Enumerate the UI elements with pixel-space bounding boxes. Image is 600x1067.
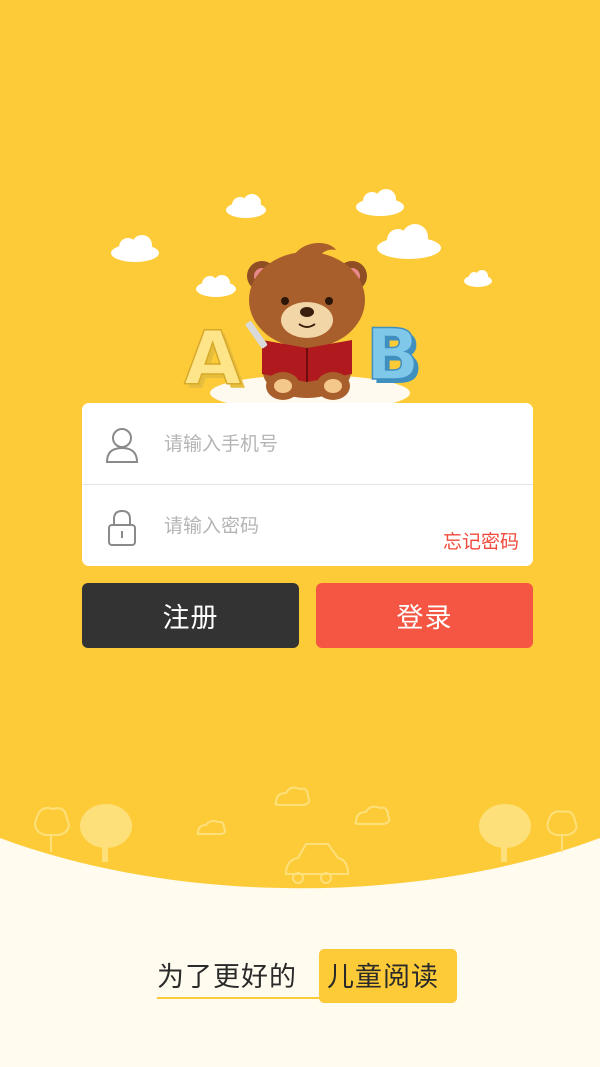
cloud-icon (356, 189, 404, 216)
car-icon (284, 843, 350, 884)
tree-icon (34, 807, 70, 852)
svg-text:B: B (366, 314, 419, 396)
login-form: 忘记密码 (82, 403, 533, 566)
svg-text:A: A (184, 316, 241, 402)
letter-b-block: B B (365, 313, 423, 400)
user-icon (104, 426, 140, 468)
lock-icon (106, 509, 138, 551)
cloud-icon (274, 786, 311, 806)
tree-icon (80, 804, 132, 862)
tree-icon (479, 804, 531, 862)
register-button[interactable]: 注册 (82, 583, 299, 648)
slogan-underline (157, 997, 319, 999)
login-screen: A A B B 请输入手机号 忘记密码 注册 登录 为了更好的 儿童阅读 (0, 0, 600, 1067)
cloud-icon (226, 194, 266, 218)
slogan-text-right: 儿童阅读 (327, 962, 439, 993)
bear-mascot (245, 242, 367, 400)
letter-a-block: A A (183, 315, 245, 406)
password-input[interactable] (164, 506, 424, 546)
landscape-trees (80, 804, 531, 862)
tree-icon (546, 810, 578, 852)
login-button[interactable]: 登录 (316, 583, 533, 648)
phone-input[interactable] (164, 424, 424, 464)
cloud-icon (377, 224, 441, 259)
cloud-icon (354, 805, 391, 825)
cloud-icon (464, 270, 492, 287)
slogan-text-left: 为了更好的 (157, 962, 297, 993)
phone-field (82, 403, 533, 485)
cloud-icon (196, 820, 226, 835)
forgot-password-link[interactable]: 忘记密码 (443, 527, 519, 554)
cloud-icon (196, 275, 236, 297)
password-field: 忘记密码 (82, 485, 533, 566)
cloud-icon (111, 235, 159, 262)
